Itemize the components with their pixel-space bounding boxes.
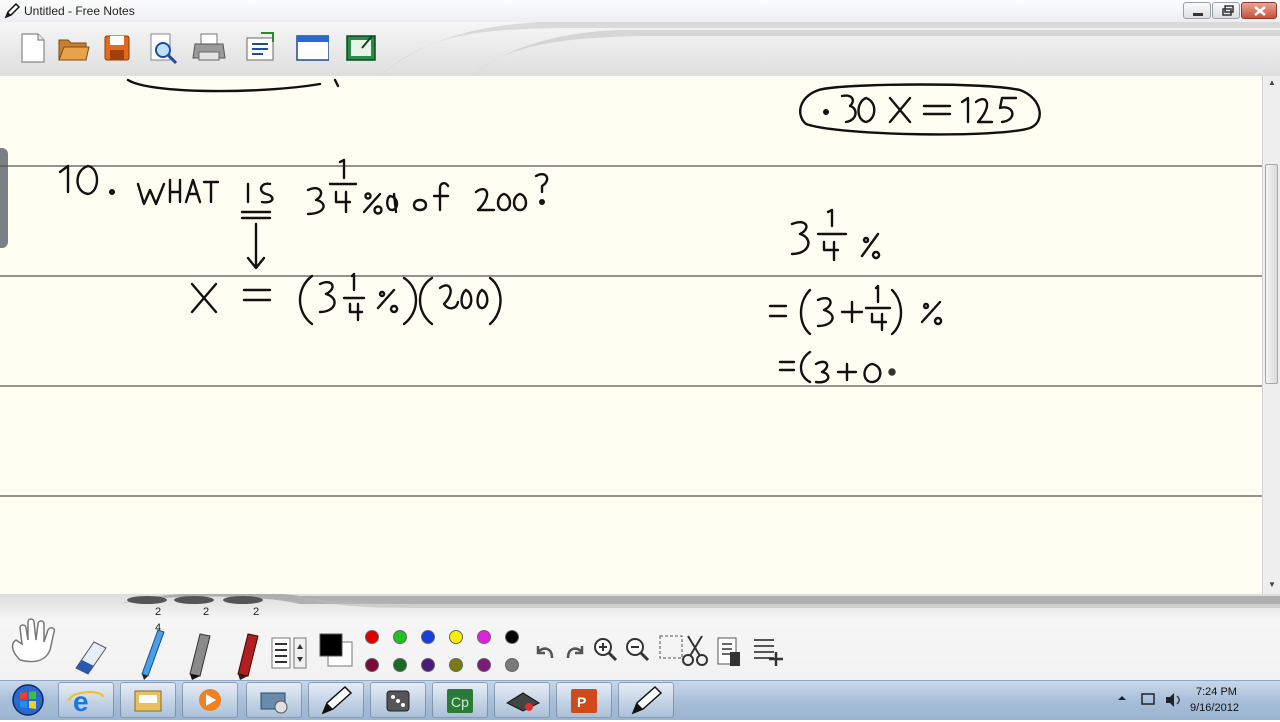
free-notes-icon <box>321 685 353 715</box>
taskbar-free-notes[interactable] <box>308 682 364 718</box>
zoom-in-icon[interactable] <box>592 636 618 664</box>
eraser-icon[interactable] <box>70 634 110 678</box>
color-purple[interactable] <box>477 658 491 672</box>
cut-select-icon[interactable] <box>658 632 710 668</box>
pen-size-label: 2 <box>253 606 260 618</box>
color-gray[interactable] <box>505 658 519 672</box>
svg-text:P: P <box>577 694 586 710</box>
window-icon[interactable] <box>295 30 329 66</box>
ie-icon: e <box>68 686 104 717</box>
vertical-scrollbar[interactable]: ▲ ▼ <box>1262 76 1280 594</box>
taskbar-captivate[interactable]: Cp <box>432 682 488 718</box>
media-player-icon <box>199 689 221 711</box>
explorer-icon <box>134 690 162 712</box>
captivate-icon: Cp <box>447 689 473 713</box>
svg-text:Cp: Cp <box>451 694 469 710</box>
scroll-thumb[interactable] <box>1265 164 1278 384</box>
ruled-lines <box>0 165 1262 497</box>
taskbar-media-player[interactable] <box>182 682 238 718</box>
marker-icon[interactable] <box>178 630 214 680</box>
taskbar-hat-app[interactable] <box>494 682 550 718</box>
pen-app-icon <box>4 3 20 19</box>
network-icon <box>1141 693 1155 705</box>
color-magenta[interactable] <box>477 630 491 644</box>
print-preview-icon[interactable] <box>146 30 180 66</box>
line-style-icon[interactable] <box>270 636 318 672</box>
taskbar-explorer[interactable] <box>120 682 176 718</box>
title-bar: Untitled - Free Notes <box>0 0 1280 23</box>
current-color-icon[interactable] <box>318 632 354 668</box>
clock-date[interactable]: 9/16/2012 <box>1190 702 1239 714</box>
free-notes-icon-2 <box>631 685 663 715</box>
dice-app-icon <box>386 690 410 712</box>
ink-stroke <box>190 272 502 326</box>
ink-stroke <box>799 83 1041 136</box>
pencil-icon[interactable] <box>132 624 168 680</box>
redo-icon[interactable] <box>562 640 586 664</box>
ink-stroke <box>768 208 943 384</box>
close-button[interactable] <box>1241 2 1277 19</box>
restore-button[interactable] <box>1212 2 1240 19</box>
taskbar-dice-app[interactable] <box>370 682 426 718</box>
color-olive[interactable] <box>449 658 463 672</box>
color-black[interactable] <box>505 630 519 644</box>
insert-lines-icon[interactable] <box>750 634 784 668</box>
volume-icon <box>1166 693 1174 707</box>
export-icon[interactable] <box>243 30 277 66</box>
system-tray <box>1118 693 1180 707</box>
open-folder-icon[interactable] <box>56 30 90 66</box>
minimize-button[interactable] <box>1183 2 1211 19</box>
window-title: Untitled - Free Notes <box>24 4 135 18</box>
taskbar-network-tool[interactable] <box>246 682 302 718</box>
red-pen-icon[interactable] <box>226 630 262 680</box>
scroll-up-icon[interactable]: ▲ <box>1268 78 1276 87</box>
print-icon[interactable] <box>192 30 226 66</box>
ink-stroke <box>823 94 1018 124</box>
powerpoint-icon: P <box>571 689 597 713</box>
ink-stroke <box>126 78 340 93</box>
new-file-icon[interactable] <box>16 30 50 66</box>
clock-time[interactable]: 7:24 PM <box>1196 686 1237 698</box>
taskbar-free-notes-2[interactable] <box>618 682 674 718</box>
save-icon[interactable] <box>100 30 134 66</box>
scroll-down-icon[interactable]: ▼ <box>1268 580 1276 589</box>
color-blue[interactable] <box>421 630 435 644</box>
color-red[interactable] <box>365 630 379 644</box>
show-hidden-icons-icon <box>1118 696 1126 700</box>
hat-app-icon <box>505 692 541 712</box>
paste-icon[interactable] <box>714 634 742 668</box>
color-dark-green[interactable] <box>393 658 407 672</box>
svg-text:e: e <box>73 686 89 717</box>
color-yellow[interactable] <box>449 630 463 644</box>
color-green[interactable] <box>393 630 407 644</box>
zoom-out-icon[interactable] <box>624 636 650 664</box>
taskbar-powerpoint[interactable]: P <box>556 682 612 718</box>
network-tool-icon <box>260 692 288 714</box>
color-dark-blue[interactable] <box>421 658 435 672</box>
eraser-size-label: 2 <box>155 606 162 618</box>
start-button[interactable] <box>6 683 50 717</box>
undo-icon[interactable] <box>534 640 558 664</box>
marker-size-label: 2 <box>203 606 210 618</box>
handwriting-layer <box>0 78 1262 497</box>
hand-tool-icon[interactable] <box>6 614 64 666</box>
color-dark-red[interactable] <box>365 658 379 672</box>
taskbar-ie[interactable]: e <box>58 682 114 718</box>
ink-stroke <box>58 158 549 270</box>
toolbox-decoration <box>120 594 1280 608</box>
screen-capture-icon[interactable] <box>344 30 378 66</box>
